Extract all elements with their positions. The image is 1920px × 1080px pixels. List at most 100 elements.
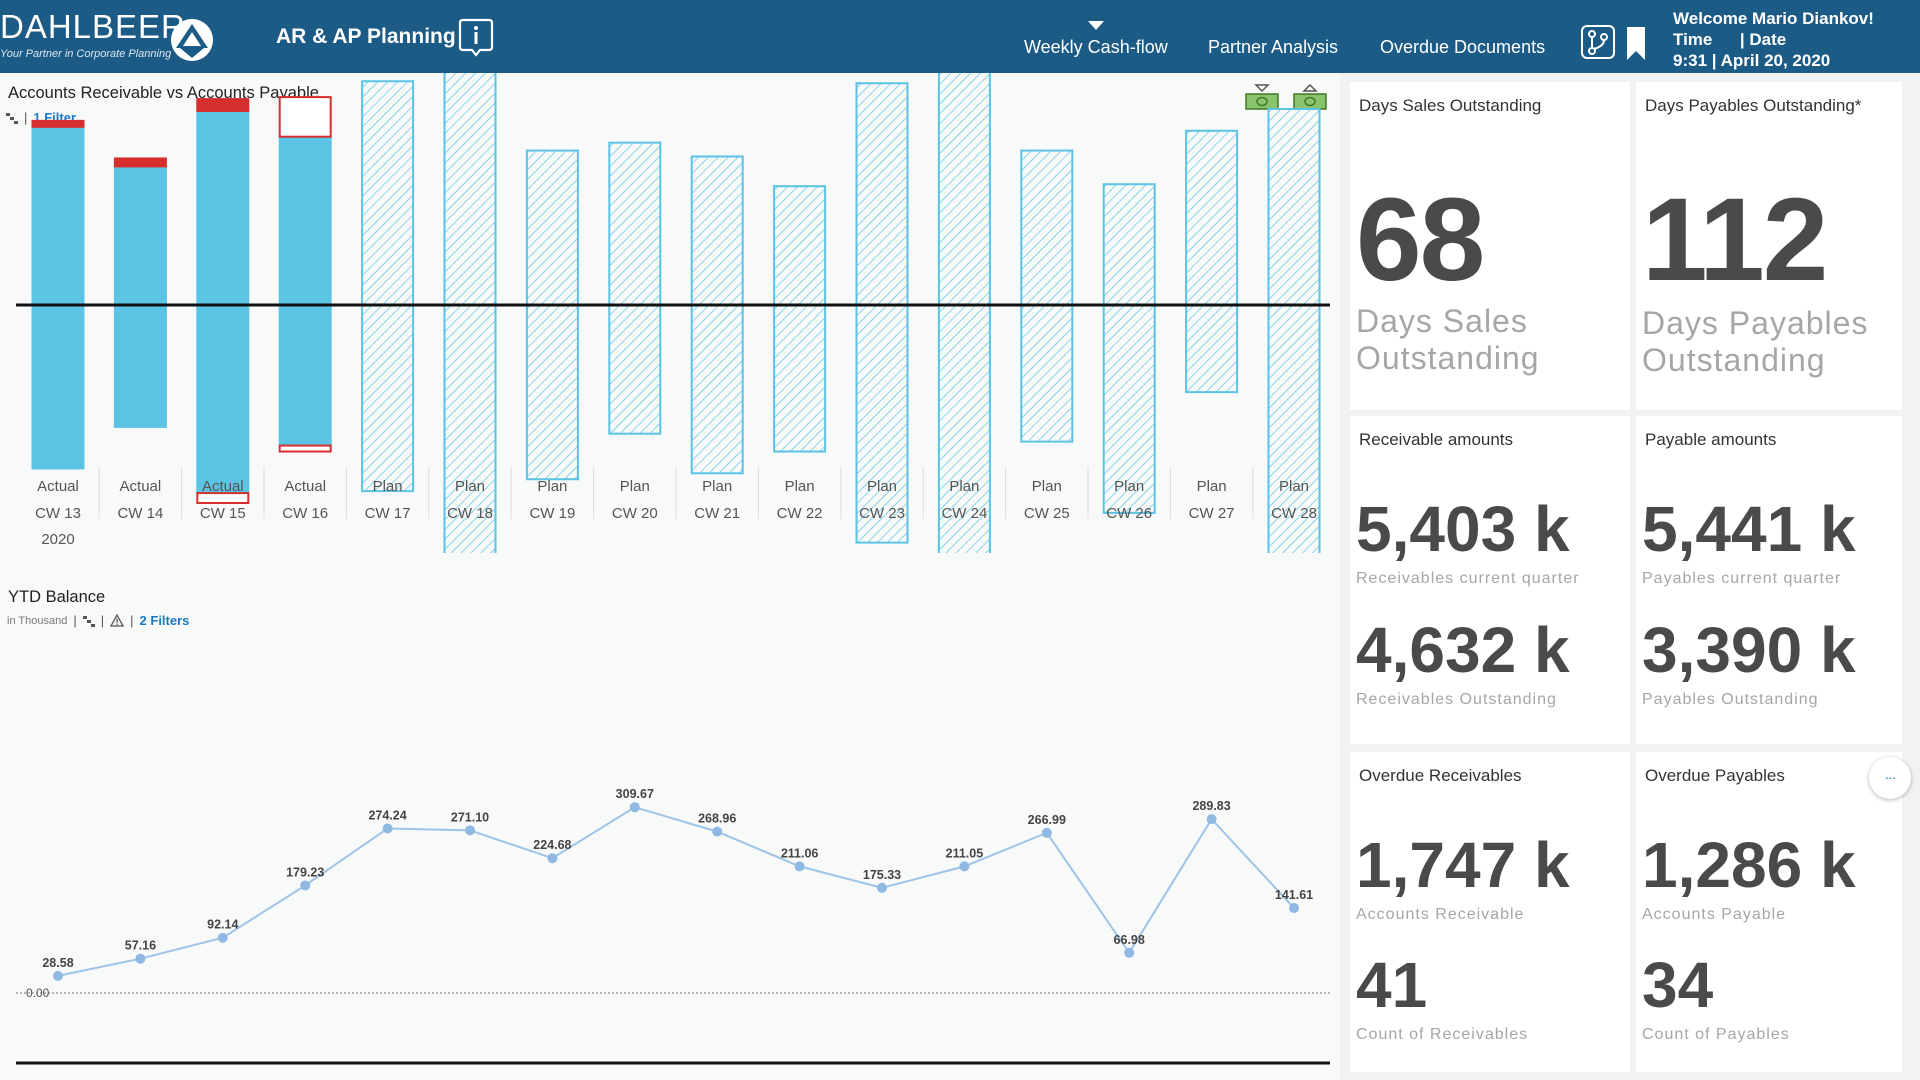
data-point xyxy=(465,825,475,836)
info-icon[interactable] xyxy=(458,17,494,57)
x-tick-label-bottom: CW 26 xyxy=(1106,505,1152,522)
x-tick-label-top: Plan xyxy=(785,478,815,495)
tile-payable-amounts[interactable]: Payable amounts 5,441 k Payables current… xyxy=(1636,416,1902,744)
tile-title: Receivable amounts xyxy=(1359,430,1514,449)
x-year-label: 2020 xyxy=(41,531,74,548)
bar-plan xyxy=(525,149,579,481)
data-point xyxy=(877,882,887,893)
x-tick-label-top: Plan xyxy=(1032,478,1062,495)
branch-icon[interactable] xyxy=(1580,24,1616,60)
bar-bottom-edge xyxy=(31,466,85,470)
nav-partner-analysis[interactable]: Partner Analysis xyxy=(1208,37,1338,58)
data-label: 211.06 xyxy=(781,846,819,860)
logo-tagline: Your Partner in Corporate Planning xyxy=(0,48,172,60)
x-tick-label-top: Plan xyxy=(620,478,650,495)
bar-variance-receivable xyxy=(196,98,250,112)
left-panel: Accounts Receivable vs Accounts Payable … xyxy=(0,73,1340,1080)
data-label: 175.33 xyxy=(863,868,901,882)
x-tick-label-bottom: CW 18 xyxy=(447,505,493,522)
data-label: 266.99 xyxy=(1028,813,1066,827)
bar-actual xyxy=(31,126,85,470)
bar-bottom-edge xyxy=(113,424,167,428)
overdue-payables-value: 1,286 k xyxy=(1642,829,1856,901)
bar-plan xyxy=(855,82,909,544)
nav-weekly-cashflow[interactable]: Weekly Cash-flow xyxy=(1024,37,1168,58)
app-header: DAHLBEER Your Partner in Corporate Plann… xyxy=(0,0,1920,73)
dso-label-line1: Days Sales xyxy=(1356,303,1528,339)
receivables-outstanding-label: Receivables Outstanding xyxy=(1356,691,1557,708)
data-point xyxy=(1289,903,1299,914)
x-tick-label-top: Plan xyxy=(867,478,897,495)
bar-plan xyxy=(1020,149,1074,443)
overdue-receivables-label: Accounts Receivable xyxy=(1356,906,1525,923)
data-point xyxy=(629,802,640,813)
x-tick-label-bottom: CW 19 xyxy=(529,505,575,522)
bookmark-icon[interactable] xyxy=(1626,26,1646,62)
tile-dpo[interactable]: Days Payables Outstanding* 112 Days Paya… xyxy=(1636,82,1902,410)
x-tick-label-bottom: CW 25 xyxy=(1024,505,1070,522)
payables-current-quarter-value: 5,441 k xyxy=(1642,493,1856,565)
nav-overdue-documents[interactable]: Overdue Documents xyxy=(1380,37,1545,58)
separator: | xyxy=(1739,30,1745,49)
x-tick-label-top: Plan xyxy=(537,478,567,495)
data-label: 224.68 xyxy=(533,838,571,852)
separator: | xyxy=(1711,51,1717,70)
data-point xyxy=(1041,827,1052,838)
x-tick-label-bottom: CW 13 xyxy=(35,505,81,522)
tile-title: Overdue Receivables xyxy=(1359,766,1522,785)
bar-plan xyxy=(1185,129,1239,394)
bar-variance-payable xyxy=(278,444,332,453)
data-label: 57.16 xyxy=(125,939,156,953)
payables-current-quarter-label: Payables current quarter xyxy=(1642,570,1842,587)
count-receivables-label: Count of Receivables xyxy=(1356,1026,1529,1043)
ytd-line-chart: 0.0028.58CW 1357.16CW 1492.14CW 15179.23… xyxy=(16,787,1330,1065)
welcome-block: Welcome Mario Diankov! Time | Date 9:31 … xyxy=(1673,8,1874,71)
tile-overdue-receivables[interactable]: Overdue Receivables 1,747 k Accounts Rec… xyxy=(1350,752,1630,1072)
payables-outstanding-label: Payables Outstanding xyxy=(1642,691,1819,708)
payables-outstanding-value: 3,390 k xyxy=(1642,614,1856,686)
ar-ap-bar-chart: Actual CW 13 Actual CW 14 Actual CW 15 Actual C… xyxy=(16,73,1330,553)
dso-label: Days Sales Outstanding xyxy=(1356,303,1540,377)
data-point xyxy=(1124,947,1135,958)
logo-text: DAHLBEER xyxy=(0,8,186,45)
data-point xyxy=(959,861,970,872)
bar-variance-receivable xyxy=(113,157,167,168)
data-label: 268.96 xyxy=(698,812,736,826)
tile-receivable-amounts[interactable]: Receivable amounts 5,403 k Receivables c… xyxy=(1350,416,1630,744)
bar-variance-receivable xyxy=(31,119,85,128)
x-tick-label-bottom: CW 22 xyxy=(777,505,823,522)
x-tick-label-bottom: CW 14 xyxy=(117,505,163,522)
data-point xyxy=(135,953,146,964)
bar-actual xyxy=(113,166,167,428)
x-tick-label-top: Plan xyxy=(1197,478,1227,495)
data-point xyxy=(53,970,63,981)
x-tick-label-bottom: CW 21 xyxy=(694,505,740,522)
bar-plan xyxy=(608,141,662,435)
data-point xyxy=(712,826,723,837)
dpo-label-line2: Outstanding xyxy=(1642,342,1826,378)
data-label: 141.61 xyxy=(1275,888,1313,902)
x-tick-label-top: Plan xyxy=(949,478,979,495)
series-line xyxy=(57,806,1295,977)
data-label: 66.98 xyxy=(1114,933,1145,947)
tile-dso[interactable]: Days Sales Outstanding 68 Days Sales Out… xyxy=(1350,82,1630,410)
more-options-button[interactable]: ··· xyxy=(1869,757,1911,799)
data-label: 289.83 xyxy=(1192,799,1230,813)
dpo-label-line1: Days Payables xyxy=(1642,305,1869,341)
time-label: Time xyxy=(1673,30,1713,49)
data-label: 274.24 xyxy=(368,808,406,822)
x-tick-label-top: Actual xyxy=(120,478,162,495)
tile-overdue-payables[interactable]: Overdue Payables 1,286 k Accounts Payabl… xyxy=(1636,752,1902,1072)
bar-variance-receivable xyxy=(278,96,332,138)
count-payables-label: Count of Payables xyxy=(1642,1026,1790,1043)
date-label: Date xyxy=(1749,30,1787,49)
data-label: 179.23 xyxy=(286,865,324,879)
company-logo[interactable]: DAHLBEER Your Partner in Corporate Plann… xyxy=(0,8,220,66)
logo-mark-icon xyxy=(171,19,213,61)
data-point xyxy=(547,853,558,864)
data-point xyxy=(300,880,311,891)
data-point xyxy=(794,861,805,872)
data-label: 309.67 xyxy=(616,787,654,801)
x-tick-label-top: Plan xyxy=(1114,478,1144,495)
data-label: 271.10 xyxy=(451,810,489,824)
